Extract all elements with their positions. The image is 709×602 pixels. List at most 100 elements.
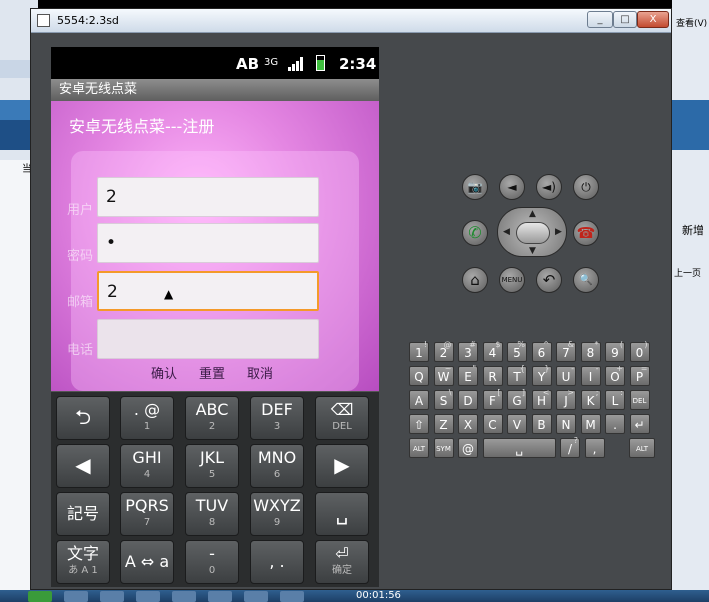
mini-key[interactable]: L: bbox=[605, 388, 625, 410]
mini-key[interactable]: O + bbox=[605, 364, 625, 386]
email-field[interactable]: 2 bbox=[97, 271, 319, 311]
confirm-button[interactable]: 确认 bbox=[151, 363, 177, 382]
mini-key[interactable]: C bbox=[482, 414, 503, 434]
key-0[interactable]: -0 bbox=[185, 540, 239, 584]
key-1[interactable]: . @1 bbox=[120, 396, 174, 440]
cancel-button[interactable]: 取消 bbox=[247, 363, 273, 382]
prev-page-link[interactable]: 上一页 bbox=[674, 266, 701, 279]
mini-key[interactable]: Z bbox=[433, 414, 454, 434]
taskbar-item[interactable] bbox=[208, 591, 232, 602]
maximize-button[interactable]: □ bbox=[613, 11, 637, 28]
back-icon[interactable]: ↶ bbox=[536, 267, 562, 293]
taskbar-item[interactable] bbox=[244, 591, 268, 602]
key-delete[interactable]: ⌫ DEL bbox=[315, 396, 369, 440]
username-field[interactable]: 2 bbox=[97, 177, 319, 217]
start-button[interactable] bbox=[28, 591, 52, 602]
close-button[interactable]: X bbox=[637, 11, 669, 28]
minimize-button[interactable]: _ bbox=[587, 11, 613, 28]
mini-key[interactable]: B bbox=[531, 414, 552, 434]
key-left[interactable]: ◀ bbox=[56, 444, 110, 488]
mini-key[interactable]: H < bbox=[531, 388, 552, 410]
mini-key[interactable]: 9( bbox=[605, 340, 625, 362]
key-4[interactable]: GHI 4 bbox=[120, 444, 174, 488]
mini-key[interactable]: T{ bbox=[507, 364, 527, 386]
dpad-right-icon[interactable]: ▶ bbox=[555, 227, 562, 237]
mini-key[interactable]: A bbox=[409, 390, 429, 410]
mini-key[interactable]: Y} bbox=[531, 364, 552, 386]
taskbar-item[interactable] bbox=[100, 591, 124, 602]
mini-key[interactable]: F[ bbox=[482, 388, 503, 410]
mini-key[interactable]: Q bbox=[409, 366, 429, 386]
taskbar-item[interactable] bbox=[136, 591, 160, 602]
mini-key[interactable]: N bbox=[556, 414, 576, 434]
mini-key[interactable]: U- bbox=[556, 364, 576, 386]
menu-icon[interactable]: MENU bbox=[499, 267, 525, 293]
mini-key[interactable]: ⇧ bbox=[409, 414, 429, 434]
mini-key[interactable]: I- bbox=[580, 364, 601, 386]
mini-key[interactable]: . bbox=[605, 414, 625, 434]
taskbar-item[interactable] bbox=[64, 591, 88, 602]
mini-key[interactable]: W ~ bbox=[433, 364, 454, 386]
end-call-icon[interactable]: ☎ bbox=[573, 220, 599, 246]
key-2[interactable]: ABC 2 bbox=[185, 396, 239, 440]
power-icon[interactable]: ⏻ bbox=[573, 174, 599, 200]
key-input-mode[interactable]: 文字あ A 1 bbox=[56, 540, 110, 584]
add-new-link[interactable]: 新增 bbox=[682, 222, 704, 238]
mini-key[interactable]: 0) bbox=[629, 340, 650, 362]
mini-key[interactable]: J > bbox=[556, 388, 576, 410]
dpad-center[interactable] bbox=[516, 222, 550, 244]
volume-up-icon[interactable]: ◄) bbox=[536, 174, 562, 200]
mini-key[interactable]: 5% bbox=[507, 340, 527, 362]
key-enter[interactable]: ⏎ 确定 bbox=[315, 540, 369, 584]
dpad-up-icon[interactable]: ▲ bbox=[529, 209, 536, 219]
key-3[interactable]: DEF 3 bbox=[250, 396, 304, 440]
mini-key[interactable]: /? bbox=[560, 436, 580, 458]
volume-down-icon[interactable]: ◄ bbox=[499, 174, 525, 200]
mini-key[interactable]: 4 $ bbox=[482, 340, 503, 362]
dpad-left-icon[interactable]: ◀ bbox=[503, 227, 510, 237]
mini-key[interactable]: D bbox=[458, 390, 478, 410]
mini-key[interactable]: ALT bbox=[629, 438, 655, 458]
key-back[interactable]: ⮌ bbox=[56, 396, 110, 440]
key-symbol[interactable]: 記号 bbox=[56, 492, 110, 536]
mini-key[interactable]: 2 @ bbox=[433, 340, 454, 362]
mini-key[interactable]: R bbox=[482, 366, 503, 386]
mini-key[interactable]: P = bbox=[629, 364, 650, 386]
mini-key[interactable]: E " bbox=[458, 364, 478, 386]
mini-key[interactable]: ␣ bbox=[482, 438, 556, 458]
key-9[interactable]: WXYZ 9 bbox=[250, 492, 304, 536]
phone-field[interactable] bbox=[97, 319, 319, 359]
mini-key[interactable]: 3 # bbox=[458, 340, 478, 362]
key-space[interactable]: ␣ bbox=[315, 492, 369, 536]
mini-key[interactable]: S \ bbox=[433, 388, 454, 410]
mini-key[interactable]: DEL bbox=[629, 390, 650, 410]
dpad[interactable]: ▲ ▼ ◀ ▶ bbox=[497, 207, 567, 257]
reset-button[interactable]: 重置 bbox=[199, 363, 225, 382]
mini-key[interactable]: M bbox=[580, 414, 601, 434]
mini-key[interactable]: 8 * bbox=[580, 340, 601, 362]
mini-key[interactable]: 6 ^ bbox=[531, 340, 552, 362]
home-icon[interactable]: ⌂ bbox=[462, 267, 488, 293]
mini-key[interactable]: X bbox=[458, 414, 478, 434]
search-icon[interactable]: 🔍 bbox=[573, 267, 599, 293]
mini-key[interactable]: V bbox=[507, 414, 527, 434]
key-right[interactable]: ▶ bbox=[315, 444, 369, 488]
mini-key[interactable]: @ bbox=[458, 438, 478, 458]
key-7[interactable]: PQRS 7 bbox=[120, 492, 174, 536]
password-field[interactable]: • bbox=[97, 223, 319, 263]
mini-key[interactable]: ↵ bbox=[629, 414, 650, 434]
call-icon[interactable]: ✆ bbox=[462, 220, 488, 246]
mini-key[interactable]: SYM bbox=[433, 438, 454, 458]
key-punctuation[interactable]: , . bbox=[250, 540, 304, 584]
mini-key[interactable]: G] bbox=[507, 388, 527, 410]
key-5[interactable]: JKL 5 bbox=[185, 444, 239, 488]
taskbar-item[interactable] bbox=[280, 591, 304, 602]
key-6[interactable]: MNO 6 bbox=[250, 444, 304, 488]
taskbar-item[interactable] bbox=[172, 591, 196, 602]
mini-key[interactable]: ALT bbox=[409, 438, 429, 458]
key-case-toggle[interactable]: A ⇔ a bbox=[120, 540, 174, 584]
dpad-down-icon[interactable]: ▼ bbox=[529, 246, 536, 256]
key-8[interactable]: TUV 8 bbox=[185, 492, 239, 536]
mini-key[interactable]: , bbox=[584, 438, 605, 458]
mini-key[interactable]: 7 & bbox=[556, 340, 576, 362]
